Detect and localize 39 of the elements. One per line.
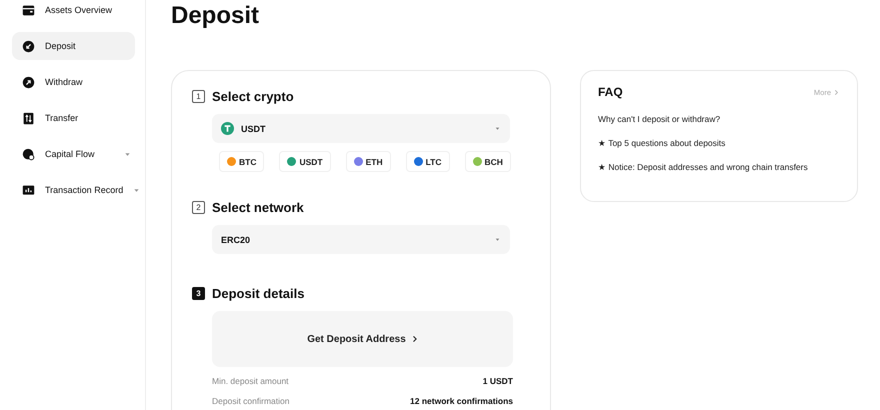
sidebar-item[interactable]: Transfer [12,104,135,132]
step-number: 1 [192,90,205,103]
faq-link[interactable]: Why can't I deposit or withdraw? [598,114,720,124]
detail-label: Min. deposit amount [212,376,289,386]
chevron-icon [412,335,418,343]
faq-link[interactable]: ★ Top 5 questions about deposits [598,138,726,148]
detail-value: 1 USDT [482,376,513,386]
select-field[interactable]: ERC20 [212,225,510,254]
select-field[interactable]: USDT [212,114,510,143]
step-number: 2 [192,201,205,214]
coin-chip[interactable]: ETH [346,151,391,172]
coin-chip[interactable]: BCH [464,151,511,172]
sidebar-item[interactable]: Deposit [12,32,135,60]
get-address-button[interactable]: Get Deposit Address [212,311,513,367]
sidebar-item[interactable]: Withdraw [12,68,135,96]
step-number: 3 [192,287,205,300]
sidebar-item[interactable]: Transaction Record [12,176,135,204]
detail-label: Deposit confirmation [212,396,290,406]
detail-value: 12 network confirmations [410,396,513,406]
coin-chip[interactable]: LTC [406,151,450,172]
step-title: Deposit details [212,286,304,301]
sidebar-item[interactable]: Capital Flow [12,140,135,168]
deposit-icon [22,40,35,52]
faq-link[interactable]: ★ Notice: Deposit addresses and wrong chain transfers [598,162,808,172]
sidebar-item[interactable]: Assets Overview [12,0,135,24]
caret-icon [494,125,501,132]
page-title: Deposit [171,1,260,30]
faq-title: FAQ [598,85,623,99]
caret-icon [494,236,501,243]
caret-icon [133,186,140,194]
step-title: Select network [212,200,304,215]
step-title: Select crypto [212,89,294,104]
withdraw-icon [22,76,35,88]
coin-chip[interactable]: USDT [279,151,331,172]
wallet-icon [22,4,35,16]
coin-chip[interactable]: BTC [219,151,264,172]
chevron-icon [834,88,839,96]
transfer-icon [22,112,35,124]
caret-icon [124,150,131,158]
